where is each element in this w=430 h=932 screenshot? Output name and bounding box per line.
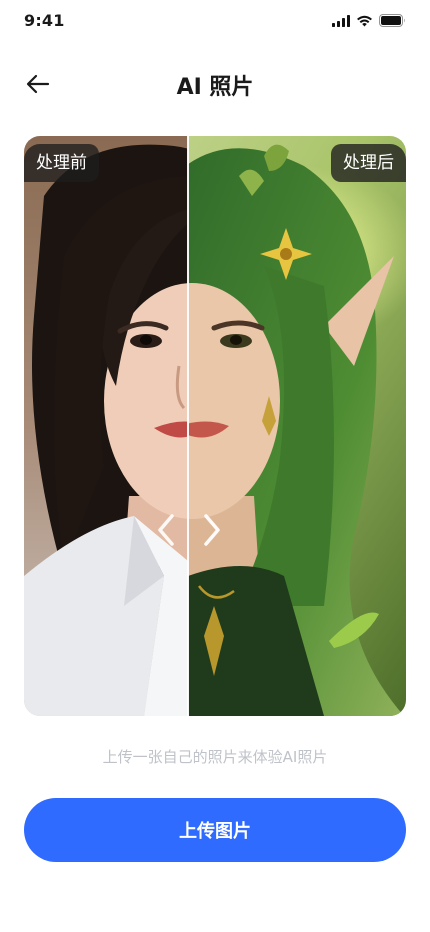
comparison-image: [24, 136, 406, 716]
status-time: 9:41: [24, 11, 65, 30]
wifi-icon: [357, 15, 372, 26]
upload-button-label: 上传图片: [179, 821, 251, 842]
signal-icon: [332, 14, 350, 27]
chevron-right-icon[interactable]: [200, 510, 224, 550]
after-label: 处理后: [331, 144, 406, 182]
compare-divider-handle[interactable]: [187, 136, 189, 716]
navigation-bar: AI 照片: [0, 58, 430, 110]
status-bar: 9:41: [0, 0, 430, 44]
chevron-left-icon[interactable]: [154, 510, 178, 550]
before-label: 处理前: [24, 144, 99, 182]
status-icons: [332, 14, 406, 27]
upload-hint: 上传一张自己的照片来体验AI照片: [102, 748, 328, 766]
before-after-compare[interactable]: 处理前 处理后: [24, 136, 406, 716]
upload-image-button[interactable]: 上传图片: [24, 798, 406, 862]
battery-icon: [379, 14, 405, 27]
page-title: AI 照片: [176, 75, 254, 100]
